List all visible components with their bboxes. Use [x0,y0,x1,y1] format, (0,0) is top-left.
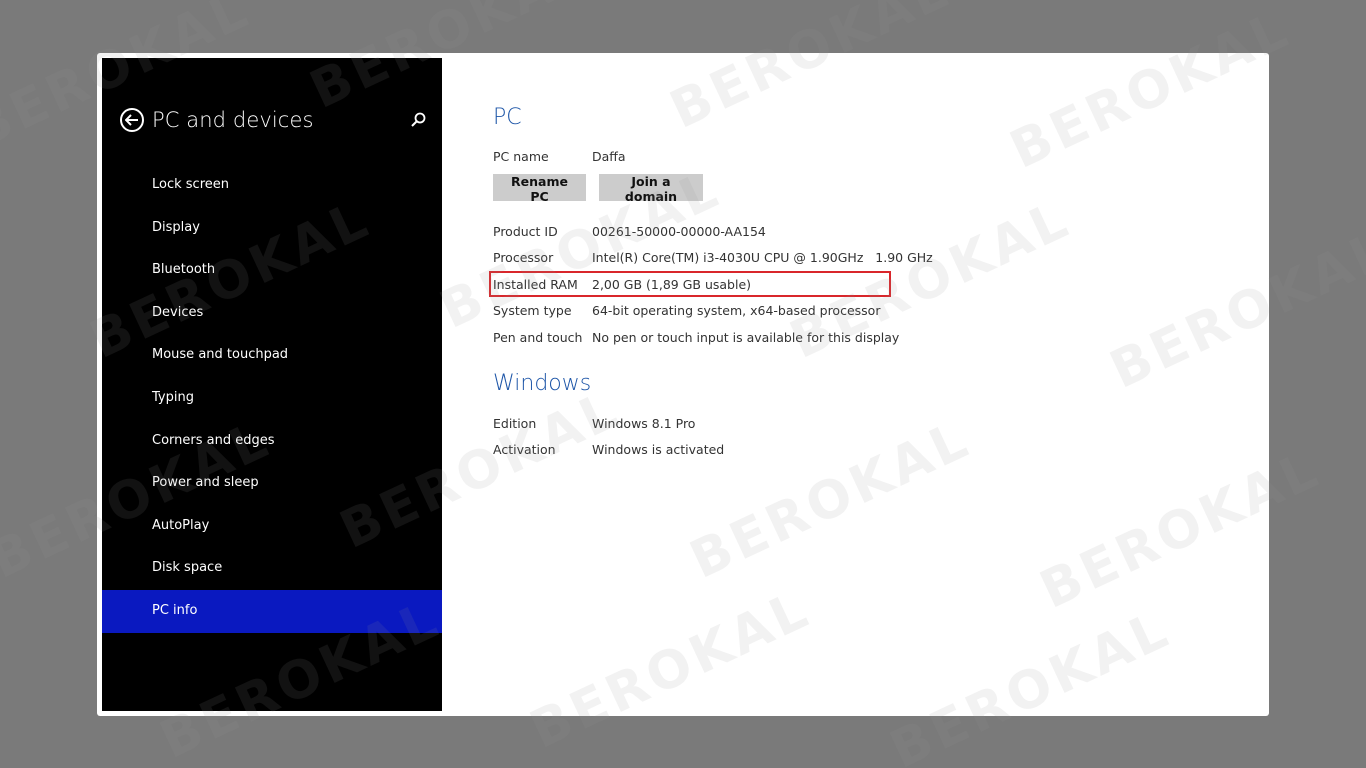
edition-label: Edition [493,416,537,431]
sidebar-header: PC and devices [120,104,314,136]
main-content: PC PC name Daffa Rename PC Join a domain … [493,53,1269,716]
sidebar: PC and devices Lock screen Display Bluet… [102,58,442,711]
pc-section-title: PC [493,105,522,130]
edition-row: Edition Windows 8.1 Pro [493,416,695,431]
sidebar-item-autoplay[interactable]: AutoPlay [102,505,442,548]
pen-touch-label: Pen and touch [493,330,583,345]
activation-label: Activation [493,442,556,457]
sidebar-nav: Lock screen Display Bluetooth Devices Mo… [102,164,442,633]
rename-pc-button[interactable]: Rename PC [493,174,586,204]
sidebar-item-mouse-and-touchpad[interactable]: Mouse and touchpad [102,334,442,377]
activation-row: Activation Windows is activated [493,442,724,457]
system-type-value: 64-bit operating system, x64-based proce… [592,303,881,318]
search-icon [411,112,426,127]
windows-section-title: Windows [493,371,592,396]
installed-ram-row: Installed RAM 2,00 GB (1,89 GB usable) [493,277,751,292]
sidebar-item-bluetooth[interactable]: Bluetooth [102,249,442,292]
sidebar-item-typing[interactable]: Typing [102,377,442,420]
sidebar-item-power-and-sleep[interactable]: Power and sleep [102,462,442,505]
pen-touch-row: Pen and touch No pen or touch input is av… [493,330,899,345]
settings-window: PC and devices Lock screen Display Bluet… [97,53,1269,716]
edition-value: Windows 8.1 Pro [592,416,696,431]
sidebar-item-lock-screen[interactable]: Lock screen [102,164,442,207]
sidebar-item-pc-info[interactable]: PC info [102,589,442,633]
system-type-label: System type [493,303,572,318]
sidebar-item-disk-space[interactable]: Disk space [102,547,442,590]
installed-ram-value: 2,00 GB (1,89 GB usable) [592,277,752,292]
sidebar-item-devices[interactable]: Devices [102,292,442,335]
installed-ram-label: Installed RAM [493,277,578,292]
product-id-row: Product ID 00261-50000-00000-AA154 [493,224,766,239]
processor-row: Processor Intel(R) Core(TM) i3-4030U CPU … [493,250,933,265]
back-arrow-icon [125,114,138,126]
join-domain-button[interactable]: Join a domain [599,174,703,204]
sidebar-title: PC and devices [152,108,314,132]
product-id-value: 00261-50000-00000-AA154 [592,224,766,239]
product-id-label: Product ID [493,224,558,239]
pc-name-value: Daffa [592,149,626,164]
back-button[interactable] [120,108,144,132]
search-button[interactable] [410,111,428,129]
sidebar-item-display[interactable]: Display [102,207,442,250]
processor-label: Processor [493,250,554,265]
system-type-row: System type 64-bit operating system, x64-… [493,303,880,318]
activation-value: Windows is activated [592,442,725,457]
pen-touch-value: No pen or touch input is available for t… [592,330,900,345]
processor-value: Intel(R) Core(TM) i3-4030U CPU @ 1.90GHz… [592,250,933,265]
pc-name-row: PC name Daffa [493,149,626,164]
sidebar-item-corners-and-edges[interactable]: Corners and edges [102,420,442,463]
pc-name-label: PC name [493,149,549,164]
